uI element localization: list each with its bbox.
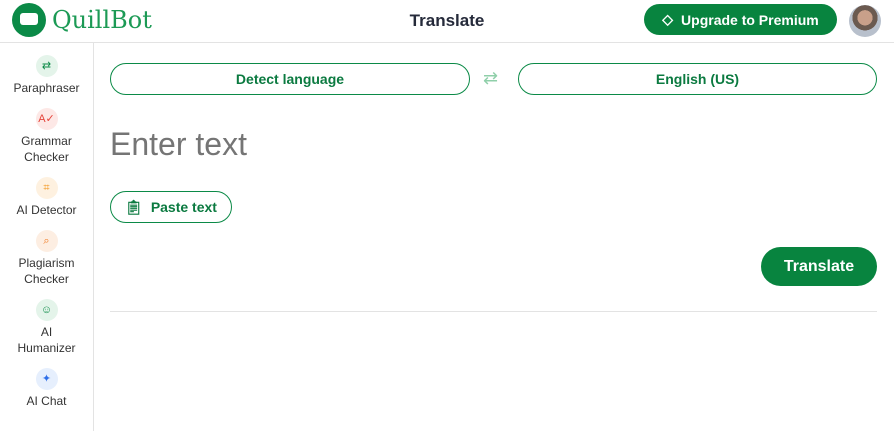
grammar-icon: A✓ [35, 108, 58, 130]
upgrade-button[interactable]: ◇ Upgrade to Premium [644, 4, 837, 35]
sidebar-item-ai-humanizer[interactable]: ☺ AI Humanizer [0, 299, 93, 356]
ai-chat-icon: ✦ [35, 368, 58, 390]
upgrade-label: Upgrade to Premium [681, 11, 819, 28]
sidebar-item-ai-chat[interactable]: ✦ AI Chat [0, 368, 93, 409]
sidebar-item-label: Plagiarism Checker [18, 256, 75, 286]
diamond-icon: ◇ [662, 11, 674, 27]
sidebar-item-grammar-checker[interactable]: A✓ Grammar Checker [0, 108, 93, 165]
ai-detector-icon: ⌗ [35, 177, 58, 199]
sidebar: ⇄ Paraphraser A✓ Grammar Checker ⌗ AI Detecto… [0, 43, 94, 431]
avatar[interactable] [849, 5, 881, 37]
sidebar-item-label: AI Chat [26, 394, 67, 408]
paste-text-button[interactable]: 📋︎ Paste text [110, 191, 232, 223]
sidebar-item-ai-detector[interactable]: ⌗ AI Detector [0, 177, 93, 218]
text-input[interactable] [110, 126, 530, 163]
sidebar-item-paraphraser[interactable]: ⇄ Paraphraser [0, 55, 93, 96]
sidebar-item-label: Grammar Checker [21, 134, 72, 164]
clipboard-icon: 📋︎ [125, 198, 143, 215]
sidebar-item-label: AI Humanizer [17, 325, 76, 355]
divider [110, 311, 877, 312]
humanizer-icon: ☺ [35, 299, 58, 321]
sidebar-item-label: AI Detector [16, 203, 77, 217]
source-language-select[interactable]: Detect language [110, 63, 470, 95]
target-language-select[interactable]: English (US) [518, 63, 877, 95]
sidebar-item-label: Paraphraser [13, 81, 80, 95]
swap-languages-icon[interactable]: ⇄ [483, 68, 498, 89]
translate-button[interactable]: Translate [761, 247, 877, 286]
sidebar-item-plagiarism-checker[interactable]: ⌕ Plagiarism Checker [0, 230, 93, 287]
plagiarism-icon: ⌕ [35, 230, 58, 252]
paraphraser-icon: ⇄ [35, 55, 58, 77]
header: QuillBot Translate ◇ Upgrade to Premium [0, 0, 894, 43]
paste-label: Paste text [150, 199, 217, 215]
